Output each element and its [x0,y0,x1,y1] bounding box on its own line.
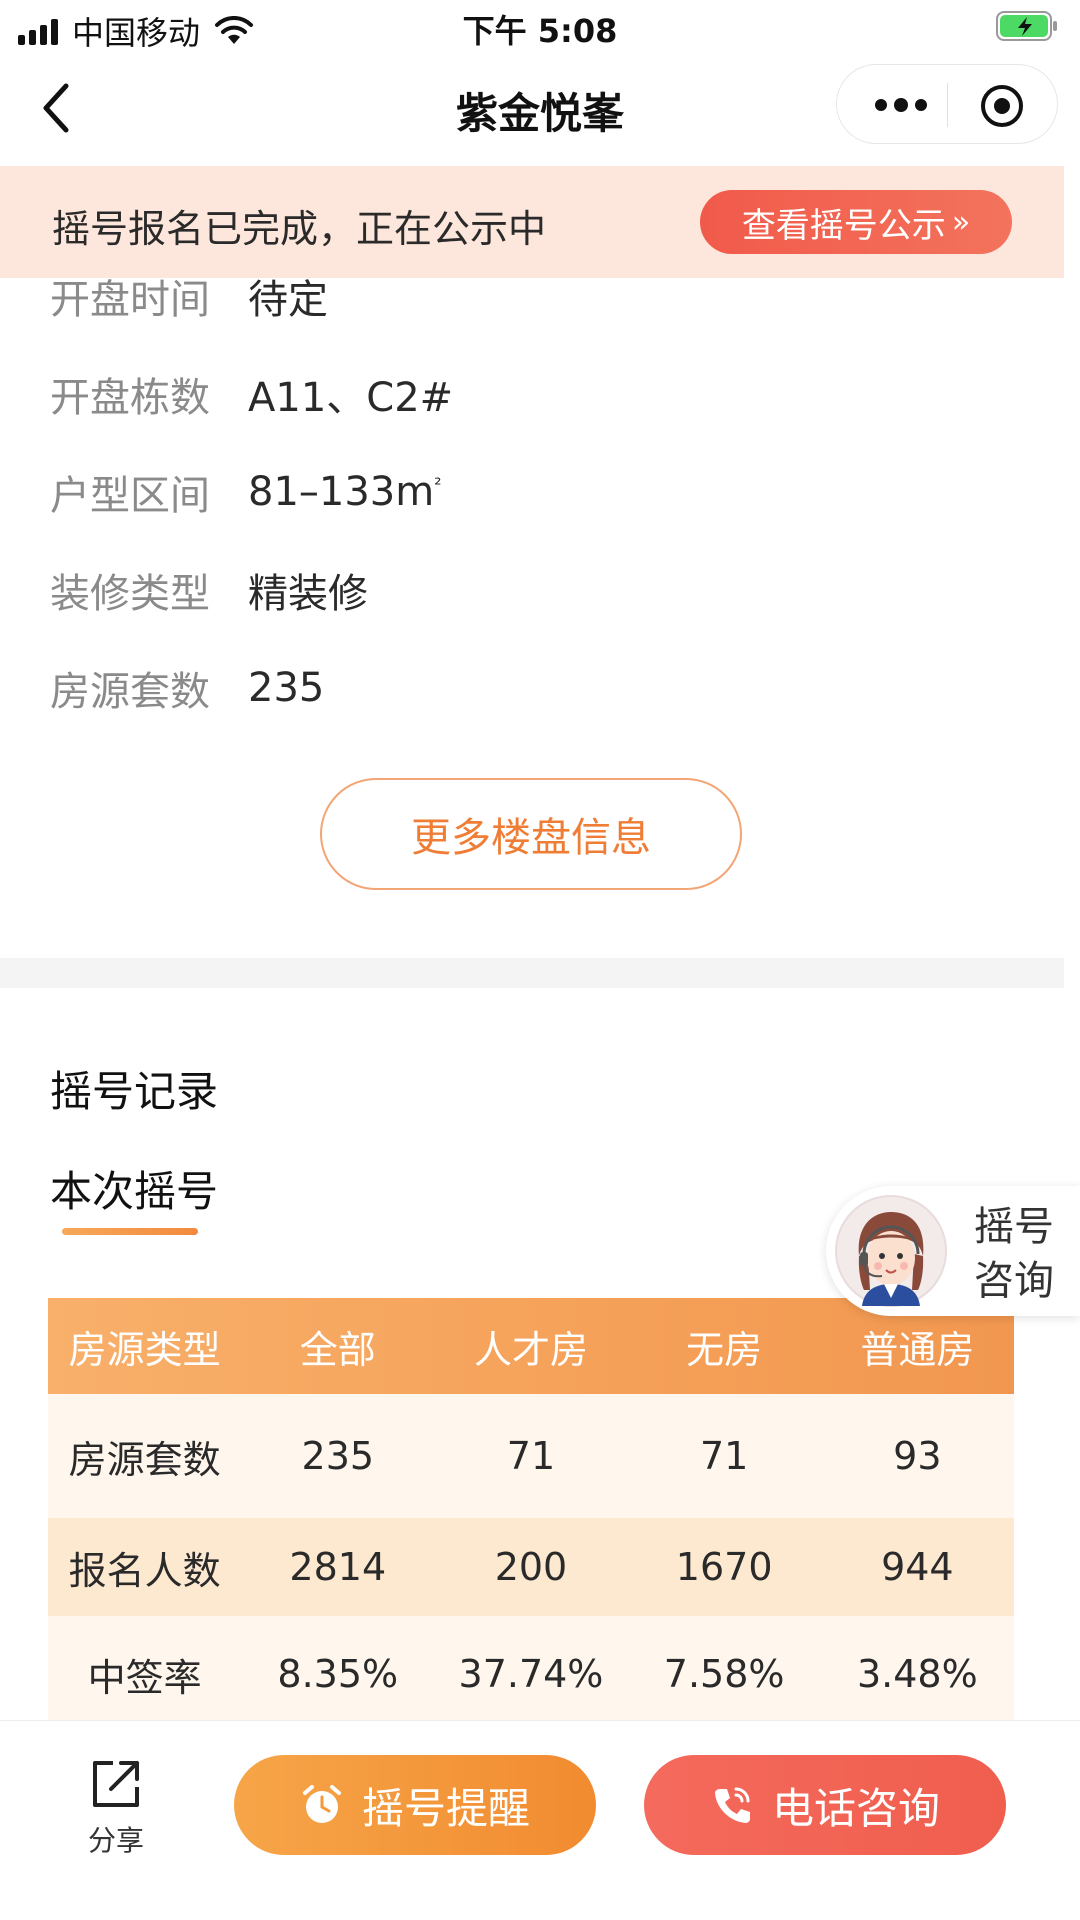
info-label: 房源套数 [50,669,210,715]
table-header-cell: 全部 [299,1327,376,1372]
page: 中国移动 下午 5:08 紫金悦峯 摇号报名已完成，正在公示中 查看摇号公示 »… [0,0,1080,1920]
unit-superscript: ² [434,474,442,496]
table-row: 中签率 8.35% 37.74% 7.58% 3.48% [48,1616,1014,1732]
table-cell: 3.48% [856,1652,978,1696]
table-cell: 93 [893,1434,942,1478]
tab-active-indicator [62,1228,198,1235]
table-cell: 235 [301,1434,375,1478]
section-divider [0,958,1064,988]
table-row: 房源套数 235 71 71 93 [48,1394,1014,1518]
table-cell: 8.35% [277,1652,399,1696]
phone-icon [714,1787,750,1823]
info-row-unit-range: 户型区间 81–133m² [50,462,441,522]
info-row-decoration: 装修类型 精装修 [50,560,368,620]
lottery-consult-float-button[interactable]: 摇号 咨询 [826,1186,1080,1316]
share-label: 分享 [87,1824,144,1857]
info-row-buildings: 开盘栋数 A11、C2# [50,364,453,424]
table-cell: 37.74% [458,1652,604,1696]
capsule-divider [947,83,948,127]
status-time: 下午 5:08 [462,12,618,50]
table-cell: 中签率 [87,1655,202,1700]
info-row-unit-count: 房源套数 235 [50,658,324,718]
consult-label-line2: 咨询 [974,1258,1054,1304]
notice-text: 摇号报名已完成，正在公示中 [52,207,547,251]
consult-label: 摇号 咨询 [974,1200,1064,1308]
table-cell: 1670 [675,1545,773,1589]
lottery-record-title: 摇号记录 [50,1067,219,1116]
more-dots-icon[interactable] [871,95,931,115]
alarm-clock-icon [302,1785,341,1823]
status-bar: 中国移动 下午 5:08 [0,0,1080,56]
miniprogram-capsule [836,64,1058,144]
phone-consult-button[interactable]: 电话咨询 [644,1755,1006,1855]
consult-label-line1: 摇号 [974,1204,1054,1250]
notice-button-label: 查看摇号公示 [741,205,946,246]
reminder-label: 摇号提醒 [361,1783,530,1833]
table-cell: 71 [506,1434,556,1478]
share-button[interactable]: 分享 [78,1755,154,1859]
info-label: 开盘时间 [50,277,210,323]
table-header-cell: 房源类型 [68,1327,221,1372]
table-header-cell: 人才房 [473,1327,588,1372]
info-value: 235 [248,665,325,711]
table-cell: 944 [881,1545,954,1589]
info-value: 81–133m [248,469,435,515]
view-lottery-announcement-button[interactable]: 查看摇号公示 » [700,190,1012,254]
info-label: 开盘栋数 [50,375,210,421]
info-row-opening-time: 开盘时间 待定 [50,266,328,326]
customer-service-avatar-icon [835,1195,947,1307]
tab-current-lottery[interactable]: 本次摇号 [50,1158,218,1219]
info-value-wrap: 81–133m² [248,469,441,515]
table-cell: 71 [699,1434,749,1478]
bottom-action-bar: 分享 摇号提醒 电话咨询 [0,1720,1080,1920]
info-label: 装修类型 [50,571,210,617]
double-chevron-icon: » [951,204,971,240]
close-target-icon[interactable] [979,83,1025,129]
share-icon [93,1761,139,1807]
more-property-info-button[interactable]: 更多楼盘信息 [320,778,742,890]
table-cell: 报名人数 [68,1548,221,1593]
info-value: 精装修 [248,571,368,617]
table-row: 报名人数 2814 200 1670 944 [48,1518,1014,1616]
lottery-notice-banner: 摇号报名已完成，正在公示中 查看摇号公示 » [0,166,1064,278]
table-cell: 2814 [289,1545,387,1589]
table-cell: 房源套数 [68,1437,221,1482]
table-cell: 200 [494,1545,568,1589]
info-value: 待定 [248,277,328,323]
info-value: A11、C2# [248,375,454,421]
lottery-reminder-button[interactable]: 摇号提醒 [234,1755,596,1855]
table-header-cell: 普通房 [860,1327,975,1372]
table-header-cell: 无房 [686,1327,763,1372]
phone-consult-label: 电话咨询 [771,1783,940,1833]
nav-bar: 紫金悦峯 [0,56,1080,166]
battery-charging-icon [996,11,1057,41]
info-label: 户型区间 [50,473,210,519]
table-cell: 7.58% [663,1652,785,1696]
